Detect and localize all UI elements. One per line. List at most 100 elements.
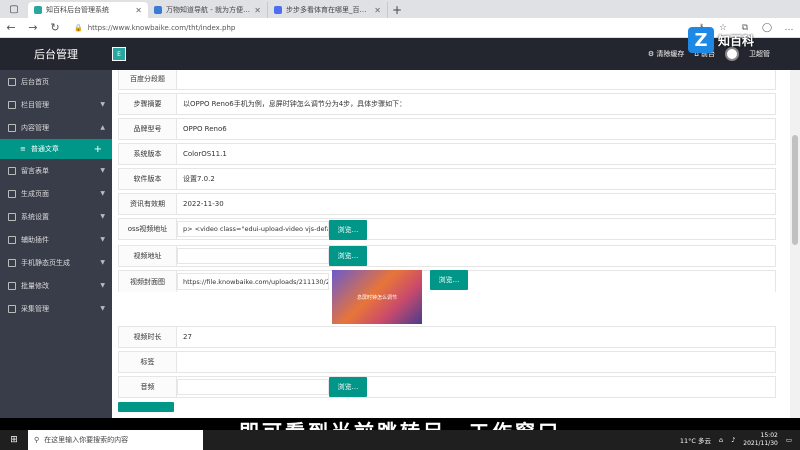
- os-input[interactable]: ColorOS11.1: [183, 144, 227, 164]
- form-row-os: 系统版本 ColorOS11.1: [118, 143, 776, 165]
- cover-input[interactable]: https://file.knowbaike.com/uploads/21113…: [177, 273, 329, 290]
- chevron-down-icon: ▼: [100, 259, 105, 266]
- form-row-oss-video: oss视频地址 p> <video class="edui-upload-vid…: [118, 218, 776, 240]
- chevron-down-icon: ▼: [100, 167, 105, 174]
- lock-icon: 🔒: [74, 23, 83, 32]
- windows-taskbar: ⊞ ⚲ 在这里输入你要搜索的内容 11°C 多云 ⌂ ♪ 15:02 2021/…: [0, 430, 800, 450]
- refresh-icon[interactable]: ↻: [44, 21, 66, 34]
- field-label: 品牌型号: [119, 119, 177, 139]
- chevron-down-icon: ▼: [100, 213, 105, 220]
- field-label: 视频地址: [119, 246, 177, 266]
- browser-tab-bar: ▢ 知百科后台管理系统 ✕ 万物知道导航 - 就为方便查询而生 ✕ 步步多看体育…: [0, 0, 800, 18]
- video-input[interactable]: [177, 248, 329, 264]
- sidebar-item-content[interactable]: 内容管理 ▲: [0, 116, 112, 139]
- main-content: 百度分段题 步骤摘要 以OPPO Reno6手机为例，息屏时钟怎么调节分为4步，…: [112, 70, 790, 418]
- favicon-icon: [154, 6, 162, 14]
- oss-video-input[interactable]: p> <video class="edui-upload-video vjs-d…: [177, 221, 329, 237]
- chevron-down-icon: ▼: [100, 236, 105, 243]
- field-label: 音频: [119, 377, 177, 397]
- monitor-icon: [8, 100, 16, 109]
- tab-title: 步步多看体育在哪里_百度搜索: [286, 6, 370, 14]
- submit-button[interactable]: [118, 402, 174, 412]
- model-input[interactable]: OPPO Reno6: [183, 119, 227, 139]
- search-placeholder: 在这里输入你要搜索的内容: [44, 436, 129, 444]
- profile-icon[interactable]: ◯: [756, 23, 778, 33]
- browse-button[interactable]: 浏览...: [329, 220, 367, 240]
- sidebar-item-articles[interactable]: ≡ 普通文章 +: [0, 139, 112, 159]
- sidebar-item-mobile[interactable]: 手机静态页生成 ▼: [0, 251, 112, 274]
- chevron-down-icon: ▼: [100, 190, 105, 197]
- logo-mark: Z: [688, 27, 714, 53]
- new-tab-button[interactable]: +: [388, 2, 406, 18]
- back-icon[interactable]: ←: [0, 21, 22, 34]
- batch-icon: [8, 281, 16, 290]
- form-row-video: 视频地址: [118, 245, 776, 267]
- sidebar-item-settings[interactable]: 系统设置 ▼: [0, 205, 112, 228]
- sidebar-item-columns[interactable]: 栏目管理 ▼: [0, 93, 112, 116]
- search-icon: ⚲: [34, 436, 40, 444]
- clear-cache-link[interactable]: ⚙ 清除缓存: [648, 49, 685, 59]
- field-label: 标签: [119, 352, 177, 372]
- field-label: 步骤摘要: [119, 94, 177, 114]
- tab-admin[interactable]: 知百科后台管理系统 ✕: [28, 2, 148, 18]
- form-row-audio: 音频: [118, 376, 776, 398]
- field-label: 视频封面图: [119, 271, 177, 292]
- url-field[interactable]: 🔒 https://www.knowbaike.com/tht/index.ph…: [66, 21, 690, 35]
- field-label: 系统版本: [119, 144, 177, 164]
- mobile-icon: [8, 258, 16, 267]
- scrollbar-thumb[interactable]: [792, 135, 798, 245]
- sidebar-item-forms[interactable]: 留言表单 ▼: [0, 159, 112, 182]
- form-row-duration: 视频时长 27: [118, 326, 776, 348]
- browse-button[interactable]: 浏览...: [430, 270, 468, 290]
- close-tab-icon[interactable]: ✕: [254, 6, 261, 15]
- software-input[interactable]: 设置7.0.2: [183, 169, 215, 189]
- window-menu-icon[interactable]: ▢: [0, 0, 28, 18]
- system-tray: 11°C 多云 ⌂ ♪ 15:02 2021/11/30 ▭: [680, 430, 792, 450]
- toggle-sidebar-icon[interactable]: E: [112, 47, 126, 61]
- close-tab-icon[interactable]: ✕: [135, 6, 142, 15]
- content-icon: [8, 123, 16, 132]
- sidebar-item-home[interactable]: 后台首页: [0, 70, 112, 93]
- watermark-logo: Z 知百科: [688, 27, 754, 53]
- tab-navigation[interactable]: 万物知道导航 - 就为方便查询而生 ✕: [148, 2, 268, 18]
- url-text: https://www.knowbaike.com/tht/index.php: [87, 23, 236, 32]
- browse-button[interactable]: 浏览...: [329, 246, 367, 266]
- address-bar: ← → ↻ 🔒 https://www.knowbaike.com/tht/in…: [0, 18, 800, 38]
- expiry-input[interactable]: 2022-11-30: [183, 194, 224, 214]
- scrollbar[interactable]: [790, 70, 800, 418]
- volume-icon[interactable]: ♪: [731, 436, 735, 444]
- close-tab-icon[interactable]: ✕: [374, 6, 381, 15]
- form-icon: [8, 166, 16, 175]
- form-row-model: 品牌型号 OPPO Reno6: [118, 118, 776, 140]
- form-row-baidu-title: 百度分段题: [118, 70, 776, 90]
- windows-start-icon[interactable]: ⊞: [0, 435, 28, 445]
- network-icon[interactable]: ⌂: [719, 436, 723, 444]
- weather-widget[interactable]: 11°C 多云: [680, 435, 711, 445]
- sidebar-item-generate[interactable]: 生成页面 ▼: [0, 182, 112, 205]
- more-icon[interactable]: …: [778, 23, 800, 33]
- form-row-expiry: 资讯有效期 2022-11-30: [118, 193, 776, 215]
- form-row-tags: 标签: [118, 351, 776, 373]
- field-label: 视频时长: [119, 327, 177, 347]
- add-icon[interactable]: +: [94, 144, 102, 155]
- summary-input[interactable]: 以OPPO Reno6手机为例，息屏时钟怎么调节分为4步，具体步骤如下：: [183, 94, 406, 114]
- sidebar-item-collect[interactable]: 采集管理 ▼: [0, 297, 112, 320]
- gear-icon: [8, 212, 16, 221]
- tab-title: 万物知道导航 - 就为方便查询而生: [166, 6, 250, 14]
- chevron-up-icon: ▲: [100, 124, 105, 131]
- audio-input[interactable]: [177, 379, 329, 395]
- tab-search[interactable]: 步步多看体育在哪里_百度搜索 ✕: [268, 2, 388, 18]
- sidebar-item-batch[interactable]: 批量修改 ▼: [0, 274, 112, 297]
- browse-button[interactable]: 浏览...: [329, 377, 367, 397]
- forward-icon[interactable]: →: [22, 21, 44, 34]
- collect-icon: [8, 304, 16, 313]
- duration-input[interactable]: 27: [183, 327, 192, 347]
- chevron-down-icon: ▼: [100, 282, 105, 289]
- notification-icon[interactable]: ▭: [786, 436, 792, 444]
- sidebar-item-plugins[interactable]: 辅助插件 ▼: [0, 228, 112, 251]
- taskbar-search[interactable]: ⚲ 在这里输入你要搜索的内容: [28, 430, 203, 450]
- clock[interactable]: 15:02 2021/11/30: [743, 432, 778, 448]
- logo-text: 知百科: [718, 33, 755, 48]
- field-label: oss视频地址: [119, 219, 177, 239]
- favicon-icon: [274, 6, 282, 14]
